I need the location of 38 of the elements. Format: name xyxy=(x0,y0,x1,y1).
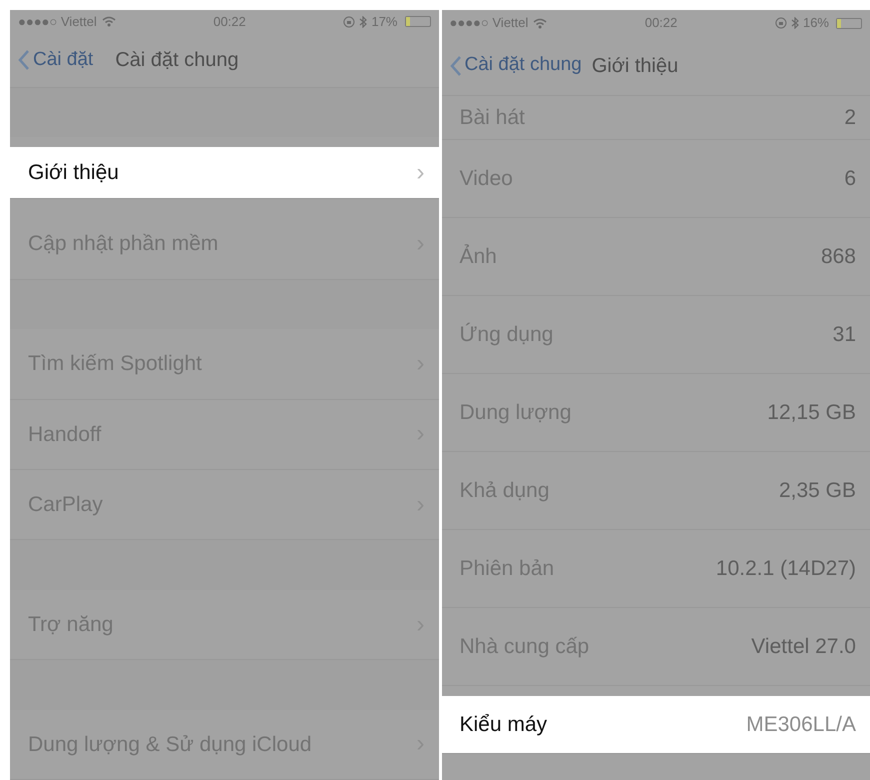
bluetooth-icon xyxy=(790,17,799,29)
bluetooth-icon xyxy=(359,16,368,28)
row-value: 12,15 GB xyxy=(767,400,856,426)
chevron-icon: › xyxy=(416,346,424,382)
battery-icon xyxy=(404,16,430,28)
chevron-icon: › xyxy=(416,606,424,642)
row-value: 10.2.1 (14D27) xyxy=(716,556,856,582)
row-value: 31 xyxy=(832,322,856,348)
rotation-lock-icon xyxy=(774,17,787,29)
row-label: Kiểu máy xyxy=(460,712,548,738)
row-value: 2,35 GB xyxy=(778,478,856,504)
back-chevron-icon xyxy=(18,50,29,70)
back-button[interactable]: Cài đặt chung xyxy=(450,51,582,80)
chevron-icon: › xyxy=(416,486,424,523)
carrier-label: ●●●●○ Viettel xyxy=(18,12,97,31)
battery-percent: 16% xyxy=(802,14,829,32)
battery-percent: 17% xyxy=(371,12,398,31)
row-value: 6 xyxy=(844,166,856,192)
row-value: ME306LL/A xyxy=(746,712,856,738)
time-label: 00:22 xyxy=(212,12,247,31)
back-button[interactable]: Cài đặt xyxy=(18,46,94,74)
row-value: Viettel 27.0 xyxy=(751,634,856,660)
carrier-label: ●●●●○ Viettel xyxy=(450,14,528,32)
chevron-icon: › xyxy=(416,416,424,452)
row-value: 868 xyxy=(820,244,856,270)
battery-icon xyxy=(836,18,862,28)
chevron-icon: › xyxy=(416,726,424,762)
row-value: 2 xyxy=(844,104,856,131)
wifi-icon xyxy=(533,18,548,28)
chevron-icon: › xyxy=(416,154,424,191)
time-label: 00:22 xyxy=(644,14,678,32)
chevron-icon: › xyxy=(416,226,424,262)
rotation-lock-icon xyxy=(343,16,356,28)
nav-title: Giới thiệu xyxy=(592,54,678,78)
nav-title: Cài đặt chung xyxy=(115,48,239,73)
settings-row[interactable]: Giới thiệu › xyxy=(10,147,438,200)
back-chevron-icon xyxy=(450,56,460,76)
wifi-icon xyxy=(102,16,116,28)
